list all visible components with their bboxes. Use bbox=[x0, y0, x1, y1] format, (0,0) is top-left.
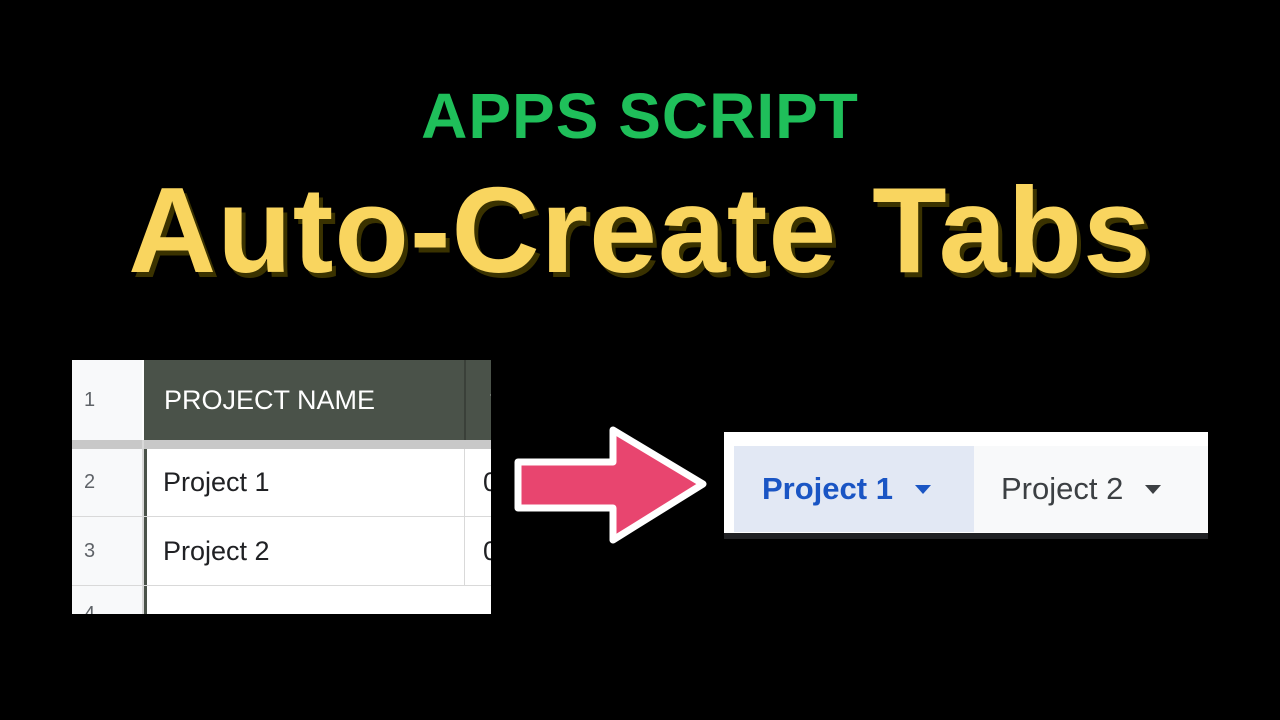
table-row[interactable]: 3 Project 2 0 bbox=[72, 517, 491, 586]
row-number: 3 bbox=[72, 517, 142, 585]
row-number: 4 bbox=[72, 586, 142, 614]
project-name-cell[interactable]: Project 2 bbox=[144, 517, 464, 585]
chevron-down-icon[interactable] bbox=[489, 388, 491, 410]
frozen-row-divider[interactable] bbox=[72, 440, 491, 449]
table-row[interactable]: 4 bbox=[72, 586, 491, 614]
column-header-project-name[interactable]: PROJECT NAME bbox=[144, 360, 491, 440]
caret-down-icon[interactable] bbox=[1145, 484, 1162, 494]
row-number: 2 bbox=[72, 449, 142, 516]
main-title: Auto-Create Tabs bbox=[128, 162, 1152, 298]
caret-down-icon[interactable] bbox=[914, 484, 931, 494]
column-divider bbox=[464, 360, 466, 440]
project-name-cell[interactable] bbox=[144, 586, 464, 614]
tab-label: Project 1 bbox=[762, 471, 893, 506]
spreadsheet-panel: 1 PROJECT NAME 2 Project 1 0 3 Project 2… bbox=[72, 360, 491, 614]
table-row[interactable]: 2 Project 1 0 bbox=[72, 449, 491, 517]
eyebrow-title: APPS SCRIPT bbox=[421, 80, 859, 152]
right-arrow-icon bbox=[514, 426, 707, 544]
tab-project-2[interactable]: Project 2 bbox=[974, 446, 1208, 532]
tab-strip-border bbox=[724, 533, 1208, 539]
sheet-tab-strip: Project 1 Project 2 bbox=[724, 432, 1208, 539]
tab-label: Project 2 bbox=[1001, 471, 1124, 506]
next-column-cell[interactable]: 0 bbox=[464, 517, 491, 585]
tab-project-1[interactable]: Project 1 bbox=[734, 446, 974, 532]
project-name-cell[interactable]: Project 1 bbox=[144, 449, 464, 516]
row-number: 1 bbox=[72, 360, 142, 440]
header-row: 1 PROJECT NAME bbox=[72, 360, 491, 440]
next-column-cell[interactable]: 0 bbox=[464, 449, 491, 516]
column-header-label: PROJECT NAME bbox=[164, 384, 376, 415]
